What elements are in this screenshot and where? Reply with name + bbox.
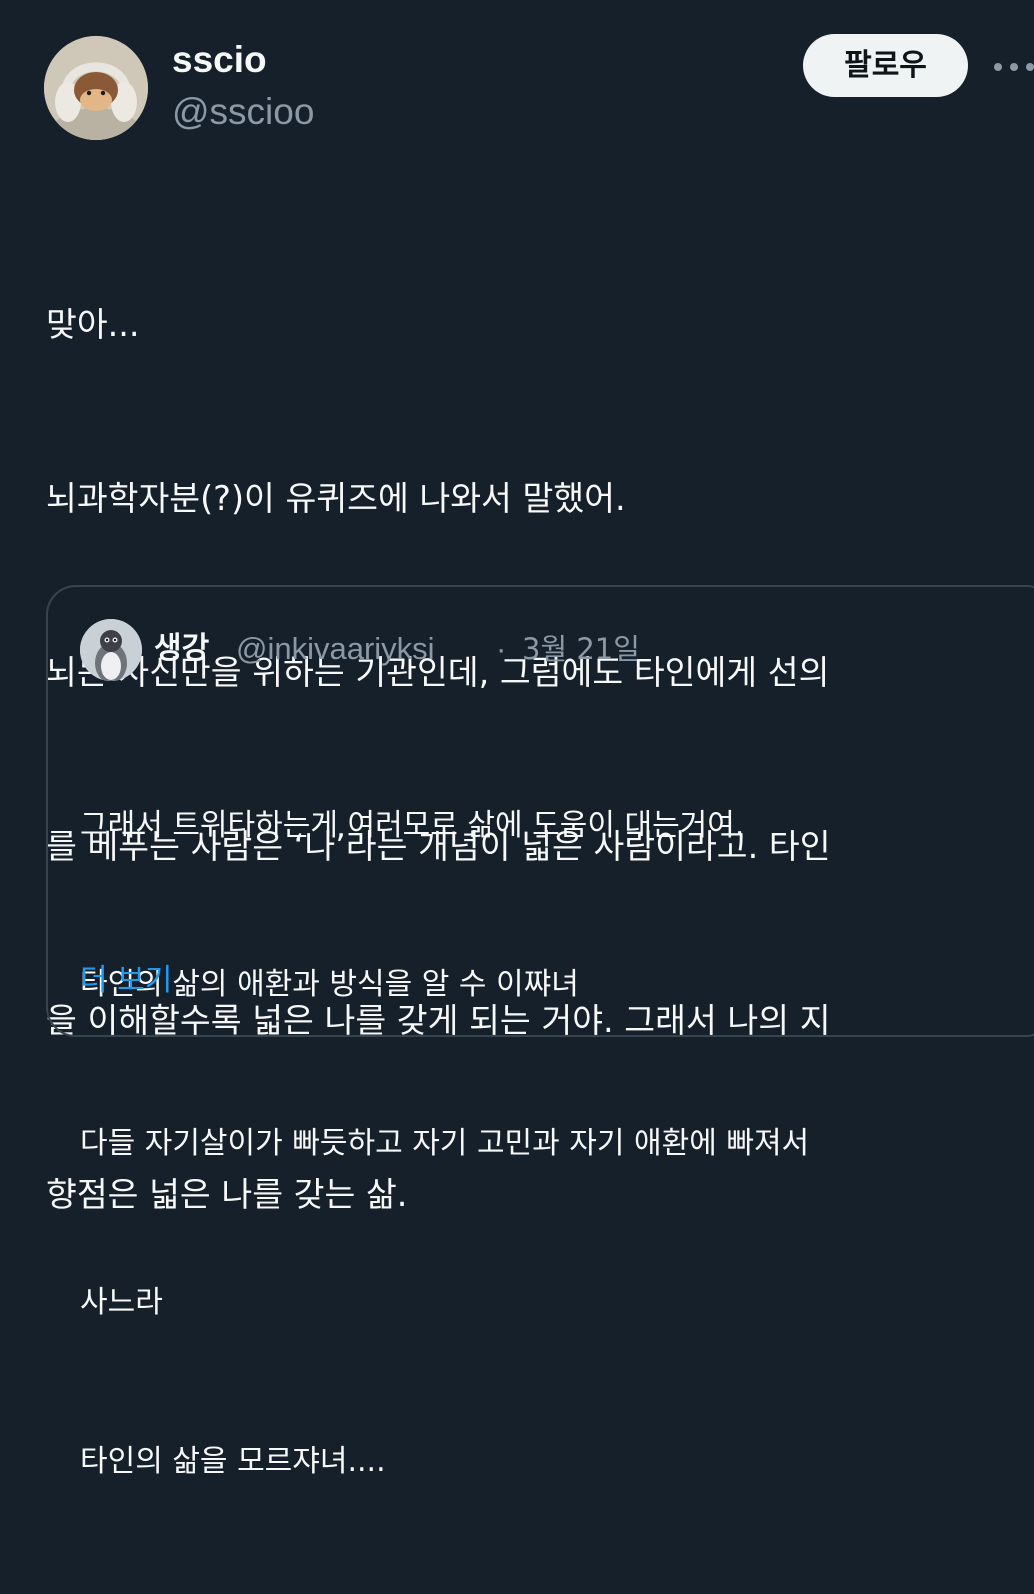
author-avatar[interactable] [44, 36, 148, 140]
quoted-author-display-name: 생강 [154, 631, 210, 666]
penguin-avatar-icon [80, 619, 142, 681]
tweet-text-line: 맞아... [46, 305, 140, 344]
show-more-link[interactable]: 더 보기 [80, 954, 172, 1007]
quoted-text-line: 타인의 삶의 애환과 방식을 알 수 이쨔녀 [80, 967, 579, 1002]
quoted-text-line: 그래서 트위타하는게 여러모로 삶에 도움이 대는거여. [80, 808, 745, 843]
quoted-tweet-date: 3월 21일 [522, 632, 640, 666]
monkey-with-headphones-avatar-icon [44, 36, 148, 140]
quoted-text-line: 사느라 [80, 1285, 163, 1320]
quoted-tweet-text: 그래서 트위타하는게 여러모로 삶에 도움이 대는거여. 타인의 삶의 애환과 … [80, 693, 1034, 1594]
quoted-author-handle: @inkivaariyksi [236, 631, 435, 666]
quoted-text-line: 타인의 삶을 모르쟈녀.... [80, 1444, 386, 1479]
tweet-text-line: 뇌과학자분(?)이 유퀴즈에 나와서 말했어. [46, 479, 626, 518]
meta-separator: · [496, 631, 507, 666]
more-options-button[interactable] [990, 52, 1034, 82]
more-options-icon [994, 63, 1034, 71]
author-display-name[interactable]: sscio [172, 38, 267, 82]
quoted-author-avatar [80, 619, 142, 681]
quoted-tweet-card[interactable]: 생강 @inkivaariyksi · 3월 21일 그래서 트위타하는게 여러… [46, 585, 1034, 1479]
follow-button[interactable]: 팔로우 [803, 34, 968, 97]
quoted-text-line: 다들 자기살이가 빠듯하고 자기 고민과 자기 애환에 빠져서 [80, 1126, 810, 1161]
author-handle[interactable]: @sscioo [172, 90, 314, 134]
